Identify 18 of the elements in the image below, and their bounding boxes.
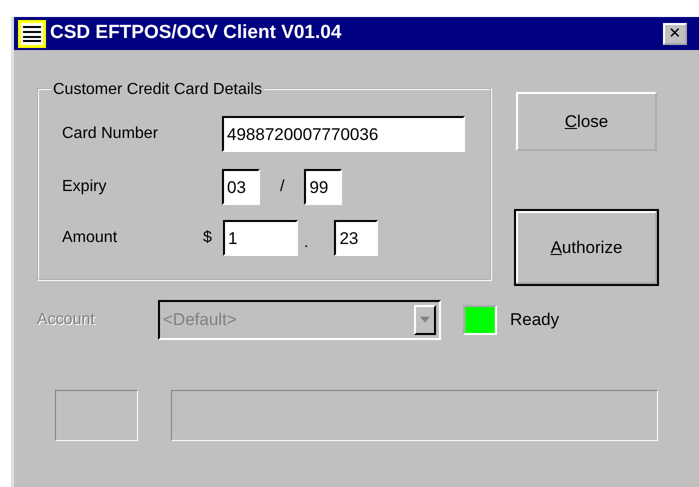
app-icon [18,20,46,48]
field-label: Expiry [62,177,108,197]
month-field[interactable]: 03 [222,169,260,205]
separator: / [280,177,284,197]
currency-symbol: $ [203,228,213,248]
year-field[interactable]: 99 [304,169,342,205]
account-label: Account [37,310,96,330]
dollars-field[interactable]: 1 [223,220,298,256]
separator: . [304,233,308,253]
close-button[interactable]: ✕ [663,22,687,44]
card-number-field[interactable]: 4988720007770036 [222,116,465,152]
cents-field[interactable]: 23 [334,220,378,256]
close-button[interactable]: Close [516,92,657,151]
field-label: Card Number [62,124,160,144]
status-text: Ready [510,309,560,332]
authorize-button[interactable]: Authorize [516,211,657,284]
window-title: CSD EFTPOS/OCV Client V01.04 [50,21,342,46]
field-label: Amount [62,228,118,248]
